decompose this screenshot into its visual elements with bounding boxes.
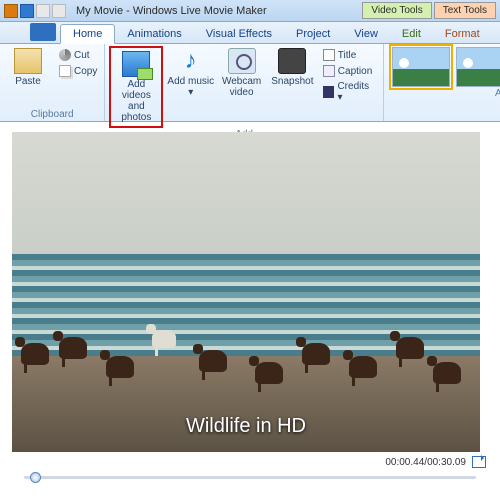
- group-add: Add videos and photos ♪ Add music ▾ Webc…: [105, 44, 383, 121]
- video-subject: [106, 356, 134, 378]
- scissors-icon: [59, 49, 71, 61]
- credits-icon: [323, 86, 335, 98]
- tab-edit[interactable]: Edit: [390, 25, 433, 43]
- tab-project[interactable]: Project: [284, 25, 342, 43]
- quick-access-toolbar: [4, 4, 66, 18]
- qat-icon-2[interactable]: [20, 4, 34, 18]
- playback-status: 00:00.44/00:30.09: [12, 452, 488, 470]
- title-label: Title: [338, 50, 357, 61]
- video-subject: [302, 343, 330, 365]
- window-title: My Movie - Windows Live Movie Maker: [76, 5, 267, 17]
- paste-icon: [14, 48, 42, 74]
- add-music-label: Add music ▾: [167, 76, 214, 98]
- caption-button[interactable]: Caption: [320, 64, 379, 78]
- video-subject: [433, 362, 461, 384]
- credits-button[interactable]: Credits ▾: [320, 80, 379, 104]
- group-label-clipboard: Clipboard: [4, 108, 100, 121]
- playback-time: 00:00.44/00:30.09: [385, 457, 466, 468]
- paste-label: Paste: [15, 76, 41, 87]
- qat-undo-icon[interactable]: [36, 4, 50, 18]
- ribbon-tabs: Home Animations Visual Effects Project V…: [0, 22, 500, 44]
- tab-animations[interactable]: Animations: [115, 25, 193, 43]
- tab-format[interactable]: Format: [433, 25, 492, 43]
- preview-area: Wildlife in HD 00:00.44/00:30.09: [0, 122, 500, 488]
- video-caption-overlay: Wildlife in HD: [186, 415, 306, 438]
- video-subject: [59, 337, 87, 359]
- caption-label: Caption: [338, 66, 372, 77]
- add-videos-photos-button[interactable]: Add videos and photos: [112, 49, 160, 125]
- music-note-icon: ♪: [177, 48, 205, 74]
- title-button[interactable]: Title: [320, 48, 379, 62]
- highlight-add-videos-photos: Add videos and photos: [109, 46, 163, 128]
- copy-label: Copy: [74, 66, 97, 77]
- cut-label: Cut: [74, 50, 90, 61]
- copy-icon: [59, 65, 71, 77]
- video-subject: [349, 356, 377, 378]
- title-bar: My Movie - Windows Live Movie Maker Vide…: [0, 0, 500, 22]
- seek-bar[interactable]: [24, 470, 476, 484]
- fullscreen-button[interactable]: [472, 456, 486, 468]
- photo-video-icon: [122, 51, 150, 77]
- webcam-icon: [228, 48, 256, 74]
- video-subject: [152, 330, 176, 348]
- qat-redo-icon[interactable]: [52, 4, 66, 18]
- seek-track: [24, 476, 476, 479]
- video-bg-sky: [12, 132, 480, 254]
- group-clipboard: Paste Cut Copy Clipboard: [0, 44, 105, 121]
- copy-button[interactable]: Copy: [56, 64, 100, 78]
- qat-icon-1[interactable]: [4, 4, 18, 18]
- snapshot-button[interactable]: Snapshot: [269, 46, 316, 89]
- caption-icon: [323, 65, 335, 77]
- context-tab-video-tools[interactable]: Video Tools: [362, 2, 431, 19]
- title-icon: [323, 49, 335, 61]
- theme-thumbnail-2[interactable]: [456, 47, 500, 87]
- camera-icon: [278, 48, 306, 74]
- group-automovie-themes: AutoMovie themes: [384, 44, 500, 121]
- group-label-automovie: AutoMovie themes: [392, 87, 500, 100]
- video-subject: [255, 362, 283, 384]
- theme-thumbnail-1[interactable]: [392, 47, 450, 87]
- webcam-video-button[interactable]: Webcam video: [218, 46, 265, 100]
- video-subject: [199, 350, 227, 372]
- add-music-button[interactable]: ♪ Add music ▾: [167, 46, 214, 100]
- tab-view[interactable]: View: [342, 25, 390, 43]
- tab-home[interactable]: Home: [60, 24, 115, 44]
- video-subject: [21, 343, 49, 365]
- tab-visual-effects[interactable]: Visual Effects: [194, 25, 284, 43]
- context-tab-text-tools[interactable]: Text Tools: [434, 2, 496, 19]
- video-subject: [396, 337, 424, 359]
- snapshot-label: Snapshot: [271, 76, 313, 87]
- credits-label: Credits ▾: [337, 81, 375, 103]
- video-preview[interactable]: Wildlife in HD: [12, 132, 480, 452]
- webcam-label: Webcam video: [218, 76, 265, 98]
- seek-knob[interactable]: [30, 472, 41, 483]
- paste-button[interactable]: Paste: [4, 46, 52, 89]
- file-menu-button[interactable]: [30, 23, 56, 41]
- add-videos-photos-label: Add videos and photos: [112, 79, 160, 123]
- cut-button[interactable]: Cut: [56, 48, 100, 62]
- ribbon: Paste Cut Copy Clipboard Add videos and …: [0, 44, 500, 122]
